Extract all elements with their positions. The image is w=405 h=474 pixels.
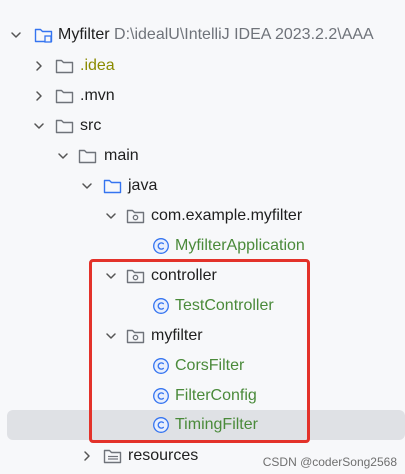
folder-icon [54, 81, 76, 111]
folder-icon [54, 111, 76, 141]
tree-row-main[interactable]: main [0, 141, 405, 171]
tree-row-java[interactable]: java [0, 171, 405, 201]
project-tree: Myfilter D:\idealU\IntelliJ IDEA 2023.2.… [0, 0, 405, 474]
tree-row-package[interactable]: com.example.myfilter [0, 201, 405, 231]
root-path: D:\idealU\IntelliJ IDEA 2023.2.2\AAA [114, 26, 374, 43]
folder-label: .idea [80, 57, 115, 74]
folder-label: main [104, 147, 139, 164]
class-label: CorsFilter [175, 357, 245, 374]
class-label: TestController [175, 297, 274, 314]
class-label: MyfilterApplication [175, 237, 305, 254]
root-name: Myfilter [58, 26, 110, 43]
tree-row-app-class[interactable]: MyfilterApplication [0, 231, 405, 261]
chevron-right-icon[interactable] [27, 81, 51, 111]
folder-label: src [80, 117, 102, 134]
tree-row-controller[interactable]: controller [0, 261, 405, 291]
folder-label: java [128, 177, 158, 194]
chevron-right-icon[interactable] [75, 441, 99, 471]
folder-label: resources [128, 447, 199, 464]
tree-row-root[interactable]: Myfilter D:\idealU\IntelliJ IDEA 2023.2.… [0, 20, 405, 50]
tree-row-src[interactable]: src [0, 111, 405, 141]
chevron-down-icon[interactable] [51, 141, 75, 171]
source-folder-icon [102, 171, 124, 201]
tree-row-myfilter[interactable]: myfilter [0, 321, 405, 351]
chevron-down-icon[interactable] [99, 321, 123, 351]
tree-row-timing-filter[interactable]: TimingFilter [7, 410, 405, 440]
class-label: FilterConfig [175, 387, 257, 404]
package-icon [125, 321, 147, 351]
chevron-down-icon[interactable] [75, 171, 99, 201]
class-icon [150, 381, 172, 411]
chevron-down-icon[interactable] [99, 201, 123, 231]
chevron-down-icon[interactable] [99, 261, 123, 291]
package-icon [125, 261, 147, 291]
chevron-down-icon[interactable] [27, 111, 51, 141]
folder-icon [77, 141, 99, 171]
root-label: Myfilter D:\idealU\IntelliJ IDEA 2023.2.… [58, 20, 374, 50]
resources-folder-icon [102, 441, 124, 471]
tree-row-cors-filter[interactable]: CorsFilter [0, 351, 405, 381]
chevron-down-icon[interactable] [4, 20, 28, 50]
watermark-text: CSDN @coderSong2568 [262, 455, 397, 469]
tree-row-mvn[interactable]: .mvn [0, 81, 405, 111]
folder-label: .mvn [80, 87, 115, 104]
class-icon [150, 410, 172, 440]
module-folder-icon [33, 20, 55, 50]
tree-row-test-controller[interactable]: TestController [0, 291, 405, 321]
class-label: TimingFilter [175, 416, 258, 433]
class-icon [150, 351, 172, 381]
package-label: controller [151, 267, 217, 284]
package-label: com.example.myfilter [151, 207, 303, 224]
folder-icon [54, 51, 76, 81]
package-icon [125, 201, 147, 231]
tree-row-idea[interactable]: .idea [0, 51, 405, 81]
class-icon [150, 231, 172, 261]
class-icon [150, 291, 172, 321]
tree-row-filter-config[interactable]: FilterConfig [0, 381, 405, 411]
chevron-right-icon[interactable] [27, 51, 51, 81]
package-label: myfilter [151, 327, 203, 344]
